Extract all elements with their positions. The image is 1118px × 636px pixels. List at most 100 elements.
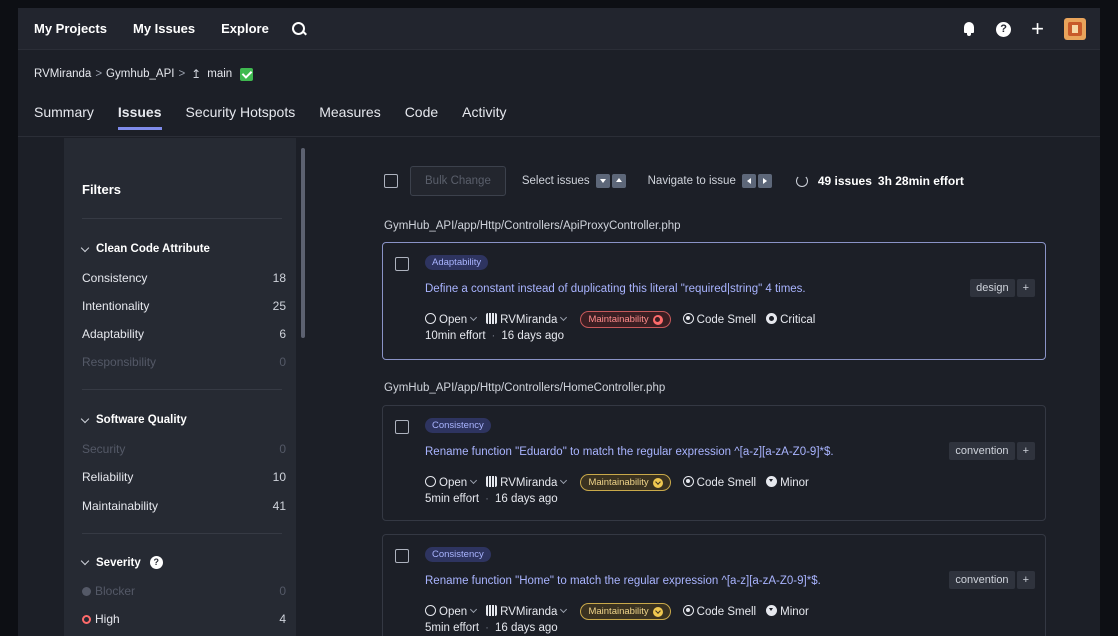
tab-activity[interactable]: Activity xyxy=(462,100,506,130)
navigate-prev-button[interactable] xyxy=(741,174,756,188)
issue-effort: 5min effort · 16 days ago xyxy=(425,622,558,634)
tab-code[interactable]: Code xyxy=(405,100,438,130)
reload-icon[interactable] xyxy=(795,175,808,187)
clean-code-attribute-tag: Adaptability xyxy=(425,255,489,270)
top-nav: My Projects My Issues Explore ? + xyxy=(18,8,1100,50)
code-smell-icon xyxy=(682,313,694,324)
select-all-checkbox[interactable] xyxy=(384,174,398,188)
issue-effort: 10min effort · 16 days ago xyxy=(425,330,564,342)
add-tag-button[interactable]: + xyxy=(1016,571,1035,589)
select-previous-button[interactable] xyxy=(611,174,626,188)
issues-count: 49 issues xyxy=(817,174,872,188)
sidebar-scrollbar[interactable] xyxy=(301,148,305,338)
status-dropdown[interactable]: Open xyxy=(425,476,478,489)
breadcrumb-project[interactable]: Gymhub_API xyxy=(106,68,174,80)
tab-summary[interactable]: Summary xyxy=(34,100,94,130)
issue-checkbox[interactable] xyxy=(395,420,409,434)
add-tag-button[interactable]: + xyxy=(1016,442,1035,460)
breadcrumb-org[interactable]: RVMiranda xyxy=(34,68,91,80)
issue-checkbox[interactable] xyxy=(395,257,409,271)
search-icon[interactable] xyxy=(289,19,309,39)
facet-item-reliability[interactable]: Reliability 10 xyxy=(82,470,286,484)
facet-item-count: 4 xyxy=(279,612,286,626)
facet-item-intentionality[interactable]: Intentionality 25 xyxy=(82,299,286,313)
help-icon[interactable]: ? xyxy=(149,556,163,569)
age-label: 16 days ago xyxy=(494,493,558,505)
facet-item-count: 0 xyxy=(279,584,286,598)
impact-badge[interactable]: Maintainability xyxy=(580,474,671,491)
assignee-dropdown[interactable]: RVMiranda xyxy=(486,313,568,326)
issue-message[interactable]: Rename function "Home" to match the regu… xyxy=(425,575,821,587)
status-dropdown[interactable]: Open xyxy=(425,313,478,326)
bell-icon[interactable] xyxy=(962,21,976,37)
tag-chip[interactable]: convention xyxy=(949,571,1015,589)
bulk-change-button[interactable]: Bulk Change xyxy=(410,166,506,196)
impact-label: Maintainability xyxy=(588,314,649,325)
issue-checkbox[interactable] xyxy=(395,549,409,563)
severity-label: Minor xyxy=(780,477,809,489)
status-dropdown[interactable]: Open xyxy=(425,605,478,618)
separator: · xyxy=(485,493,489,505)
chevron-down-icon xyxy=(470,477,478,485)
tag-chip[interactable]: design xyxy=(970,279,1015,297)
issue-severity: Minor xyxy=(766,476,809,489)
help-icon[interactable]: ? xyxy=(996,21,1012,37)
open-status-icon xyxy=(425,476,436,487)
tab-measures[interactable]: Measures xyxy=(319,100,380,130)
facet-item-label: Responsibility xyxy=(82,355,157,369)
avatar[interactable] xyxy=(1064,18,1086,40)
issue-tags: convention + xyxy=(949,442,1035,460)
assignee-dropdown[interactable]: RVMiranda xyxy=(486,605,568,618)
issue-type-label: Code Smell xyxy=(696,314,757,326)
filters-sidebar: Filters Clean Code Attribute Consistency… xyxy=(64,138,296,636)
facet-item-count: 6 xyxy=(279,327,286,341)
project-tabs: Summary Issues Security Hotspots Measure… xyxy=(18,100,515,130)
issue-message[interactable]: Define a constant instead of duplicating… xyxy=(425,283,806,295)
issue-type: Code Smell xyxy=(682,605,756,618)
issue-tags: convention + xyxy=(949,571,1035,589)
age-label: 16 days ago xyxy=(494,622,558,634)
divider xyxy=(82,218,282,219)
issue-severity: Critical xyxy=(766,313,815,326)
plus-icon[interactable]: + xyxy=(1031,18,1044,40)
navigate-issue-label: Navigate to issue xyxy=(647,175,736,187)
navigate-next-button[interactable] xyxy=(757,174,772,188)
assignee-dropdown[interactable]: RVMiranda xyxy=(486,476,568,489)
facet-item-adaptability[interactable]: Adaptability 6 xyxy=(82,327,286,341)
facet-label: Severity xyxy=(96,556,141,569)
select-next-button[interactable] xyxy=(595,174,610,188)
code-smell-icon xyxy=(682,605,694,616)
issue-message[interactable]: Rename function "Eduardo" to match the r… xyxy=(425,446,834,458)
nav-my-projects[interactable]: My Projects xyxy=(34,21,107,36)
nav-explore[interactable]: Explore xyxy=(221,21,269,36)
issue-card[interactable]: Adaptability Define a constant instead o… xyxy=(382,242,1046,360)
add-tag-button[interactable]: + xyxy=(1016,279,1035,297)
facet-label: Software Quality xyxy=(96,414,187,426)
facet-severity[interactable]: Severity ? xyxy=(80,556,163,569)
impact-badge[interactable]: Maintainability xyxy=(580,311,671,328)
impact-badge[interactable]: Maintainability xyxy=(580,603,671,620)
app-frame: My Projects My Issues Explore ? + RVMira… xyxy=(18,8,1100,636)
facet-item-count: 18 xyxy=(272,271,286,285)
file-path: GymHub_API/app/Http/Controllers/HomeCont… xyxy=(384,382,666,394)
issue-card[interactable]: Consistency Rename function "Home" to ma… xyxy=(382,534,1046,636)
low-impact-icon xyxy=(652,477,663,488)
high-impact-icon xyxy=(652,314,663,325)
nav-my-issues[interactable]: My Issues xyxy=(133,21,195,36)
facet-item-maintainability[interactable]: Maintainability 41 xyxy=(82,499,286,513)
facet-item-label: Intentionality xyxy=(82,299,150,313)
assignee-label: RVMiranda xyxy=(500,606,558,618)
issue-card[interactable]: Consistency Rename function "Eduardo" to… xyxy=(382,405,1046,521)
tag-chip[interactable]: convention xyxy=(949,442,1015,460)
issue-type: Code Smell xyxy=(682,313,757,326)
facet-item-consistency[interactable]: Consistency 18 xyxy=(82,271,286,285)
high-severity-icon xyxy=(82,615,91,624)
facet-item-high[interactable]: High 4 xyxy=(82,612,286,626)
facet-item-label: Consistency xyxy=(82,271,148,285)
breadcrumb-branch[interactable]: main xyxy=(207,68,232,80)
tab-issues[interactable]: Issues xyxy=(117,100,162,130)
facet-clean-code-attribute[interactable]: Clean Code Attribute xyxy=(80,243,210,255)
code-smell-icon xyxy=(682,476,694,487)
tab-security-hotspots[interactable]: Security Hotspots xyxy=(186,100,296,130)
facet-software-quality[interactable]: Software Quality xyxy=(80,414,187,426)
